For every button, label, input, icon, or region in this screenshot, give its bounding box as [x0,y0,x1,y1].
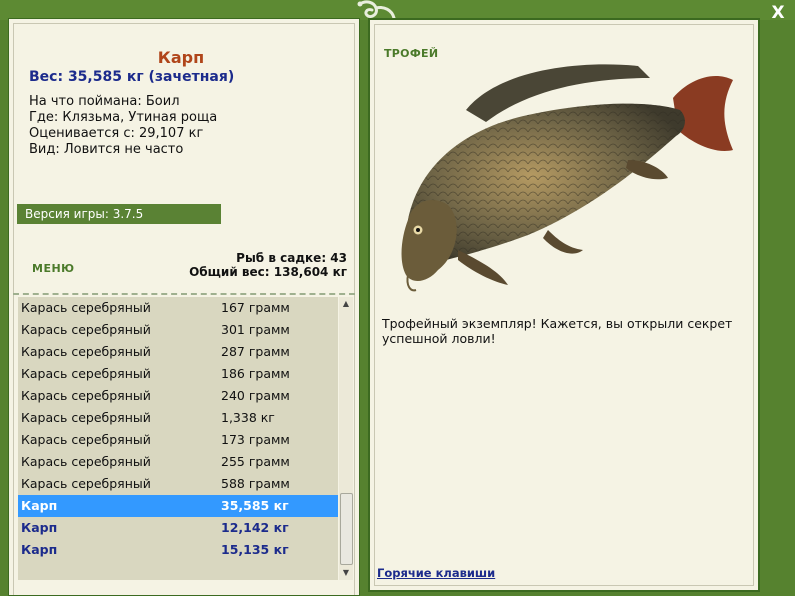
list-item-name: Карась серебряный [21,322,151,337]
list-item-name: Карась серебряный [21,366,151,381]
scroll-thumb[interactable] [340,493,353,565]
menu-button[interactable]: МЕНЮ [32,262,75,275]
app-window: X Карп Вес: 35,585 кг (зачетная) На что … [0,0,795,596]
list-item-name: Карась серебряный [21,410,151,425]
list-item-weight: 240 грамм [221,388,290,403]
catch-list[interactable]: Карась серебряный 167 грамм Карась серебря… [18,297,338,580]
fish-bait: На что поймана: Боил [29,94,180,109]
list-item-weight: 173 грамм [221,432,290,447]
fish-info-panel: Карп Вес: 35,585 кг (зачетная) На что по… [8,18,360,596]
fish-species: Вид: Ловится не часто [29,142,184,157]
game-version: Версия игры: 3.7.5 [17,204,221,224]
fish-count: Рыб в садке: 43 [236,251,347,265]
list-item[interactable]: Карась серебряный 186 грамм [18,363,338,385]
list-item-name: Карась серебряный [21,454,151,469]
total-weight: Общий вес: 138,604 кг [189,265,347,279]
fish-location: Где: Клязьма, Утиная роща [29,110,218,125]
list-item[interactable]: Карась серебряный 287 грамм [18,341,338,363]
list-item[interactable]: Карась серебряный 588 грамм [18,473,338,495]
list-item[interactable]: Карась серебряный 255 грамм [18,451,338,473]
scroll-down-icon[interactable]: ▼ [339,566,353,580]
list-item-weight: 186 грамм [221,366,290,381]
list-item-weight: 588 грамм [221,476,290,491]
carp-image [401,64,733,292]
list-item[interactable]: Карп 35,585 кг [18,495,338,517]
list-item[interactable]: Карась серебряный 167 грамм [18,297,338,319]
list-item-weight: 301 грамм [221,322,290,337]
fish-value: Оценивается с: 29,107 кг [29,126,204,141]
list-item[interactable]: Карась серебряный 1,338 кг [18,407,338,429]
list-item[interactable]: Карп 12,142 кг [18,517,338,539]
fish-weight: Вес: 35,585 кг (зачетная) [29,69,235,85]
list-item-weight: 255 грамм [221,454,290,469]
list-item-weight: 35,585 кг [221,498,289,513]
trophy-label: ТРОФЕЙ [384,47,439,60]
list-item-weight: 167 грамм [221,300,290,315]
close-button[interactable]: X [769,4,787,22]
divider [13,293,355,295]
list-item[interactable]: Карп 15,135 кг [18,539,338,561]
fish-name: Карп [157,48,205,67]
trophy-description: Трофейный экземпляр! Кажется, вы открыли… [382,316,733,346]
list-item-name: Карп [21,520,58,535]
list-item-name: Карп [21,498,58,513]
list-item-name: Карась серебряный [21,388,151,403]
list-item-name: Карась серебряный [21,432,151,447]
list-item-name: Карась серебряный [21,300,151,315]
list-item-weight: 15,135 кг [221,542,289,557]
list-item-weight: 287 грамм [221,344,290,359]
scroll-up-icon[interactable]: ▲ [339,297,353,311]
trophy-panel: ТРОФЕЙ Трофейный экземпляр! Кажется, вы … [368,18,760,592]
list-item[interactable]: Карась серебряный 173 грамм [18,429,338,451]
list-item-name: Карп [21,542,58,557]
hotkeys-link[interactable]: Горячие клавиши [377,566,495,580]
scrollbar[interactable]: ▲ ▼ [339,297,353,580]
list-item-weight: 1,338 кг [221,410,275,425]
list-item-name: Карась серебряный [21,344,151,359]
list-item[interactable]: Карась серебряный 240 грамм [18,385,338,407]
list-item[interactable]: Карась серебряный 301 грамм [18,319,338,341]
list-item-name: Карась серебряный [21,476,151,491]
list-item-weight: 12,142 кг [221,520,289,535]
